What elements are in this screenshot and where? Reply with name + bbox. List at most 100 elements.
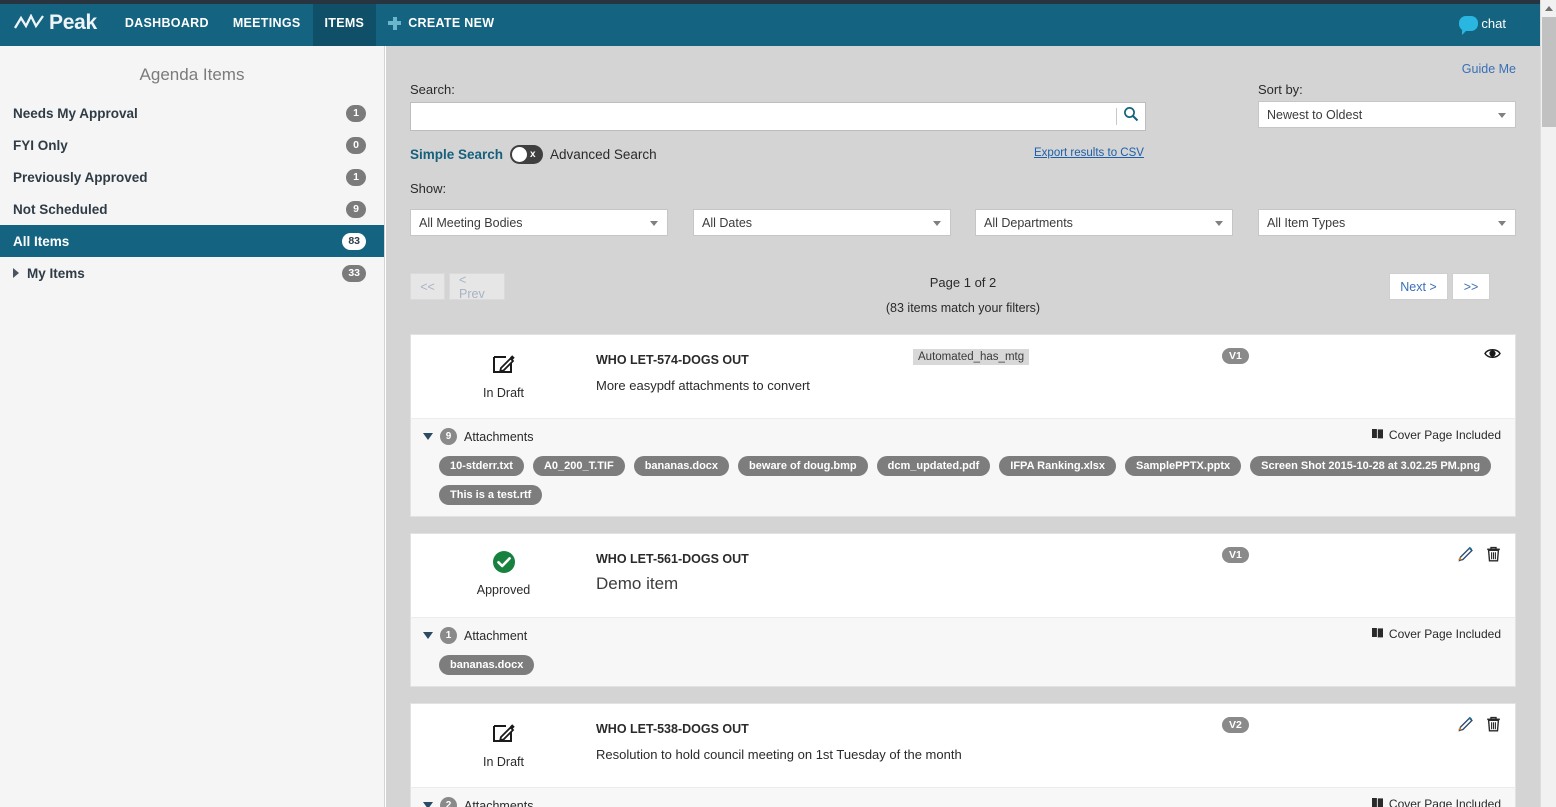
nav-item-dashboard[interactable]: DASHBOARD — [113, 0, 221, 46]
sidebar-item-all-items[interactable]: All Items 83 — [0, 225, 384, 257]
select-value: All Meeting Bodies — [419, 215, 523, 230]
title-column: WHO LET-574-DOGS OUT More easypdf attach… — [596, 349, 1515, 408]
filter-departments-select[interactable]: All Departments — [975, 209, 1233, 236]
edit-pencil-icon[interactable] — [1458, 546, 1474, 567]
delete-trash-icon[interactable] — [1486, 546, 1501, 567]
sidebar-item-previously-approved[interactable]: Previously Approved 1 — [0, 161, 384, 193]
sidebar-item-count: 0 — [346, 136, 366, 154]
item-version-badge: V1 — [1222, 348, 1249, 364]
collapse-triangle-icon[interactable] — [423, 433, 433, 440]
page-scrollbar[interactable] — [1540, 0, 1556, 807]
agenda-item-header[interactable]: In Draft WHO LET-538-DOGS OUT Resolution… — [410, 703, 1516, 787]
attachments-count: 2 — [440, 797, 457, 807]
search-box — [410, 102, 1146, 131]
attachments-header[interactable]: 9 Attachments — [423, 428, 1501, 445]
attachments-title: Attachments — [464, 429, 534, 444]
filter-dates-select[interactable]: All Dates — [693, 209, 951, 236]
nav-item-items[interactable]: ITEMS — [312, 0, 377, 46]
item-code: WHO LET-561-DOGS OUT — [596, 552, 749, 566]
attachment-chip[interactable]: 10-stderr.txt — [439, 456, 524, 476]
attachment-chip[interactable]: bananas.docx — [633, 456, 730, 476]
attachment-chip[interactable]: IFPA Ranking.xlsx — [999, 456, 1117, 476]
page-indicator: Page 1 of 2 — [929, 275, 997, 290]
attachment-chip[interactable]: dcm_updated.pdf — [876, 456, 991, 476]
attachments-header[interactable]: 1 Attachment — [423, 627, 1501, 644]
attachment-chip[interactable]: SamplePPTX.pptx — [1125, 456, 1242, 476]
sidebar-item-my-items[interactable]: My Items 33 — [0, 257, 384, 289]
sidebar-item-count: 33 — [342, 264, 366, 282]
edit-pencil-icon[interactable] — [1458, 716, 1474, 737]
sidebar-item-label: All Items — [13, 233, 70, 249]
guide-me-link[interactable]: Guide Me — [1462, 62, 1516, 76]
attachments-panel: 2 Attachments Cover Page Included — [410, 787, 1516, 807]
book-icon — [1371, 797, 1384, 807]
search-mode-toggle[interactable]: x — [510, 145, 544, 164]
collapse-triangle-icon[interactable] — [423, 632, 433, 639]
nav-label: ITEMS — [324, 16, 365, 30]
show-label: Show: — [410, 181, 447, 196]
export-csv-link[interactable]: Export results to CSV — [1034, 147, 1144, 159]
title-column: WHO LET-561-DOGS OUT Demo item — [596, 548, 1515, 607]
sidebar-item-count: 83 — [342, 232, 366, 250]
sidebar-item-label: FYI Only — [13, 137, 68, 153]
sort-by-select[interactable]: Newest to Oldest — [1258, 101, 1516, 128]
scrollbar-thumb[interactable] — [1542, 17, 1556, 127]
attachment-chip[interactable]: bananas.docx — [439, 655, 535, 675]
simple-search-label[interactable]: Simple Search — [410, 147, 503, 162]
nav-item-create-new[interactable]: CREATE NEW — [376, 0, 506, 46]
attachment-chip-list: 10-stderr.txt A0_200_T.TIF bananas.docx … — [423, 456, 1501, 505]
sidebar-item-not-scheduled[interactable]: Not Scheduled 9 — [0, 193, 384, 225]
search-input[interactable] — [411, 104, 1116, 129]
sidebar: Agenda Items Needs My Approval 1 FYI Onl… — [0, 46, 385, 807]
nav-label: DASHBOARD — [124, 16, 209, 30]
plus-icon — [388, 16, 402, 30]
status-label: In Draft — [483, 386, 524, 400]
agenda-item-header[interactable]: Approved WHO LET-561-DOGS OUT Demo item … — [410, 533, 1516, 617]
attachment-chip[interactable]: Screen Shot 2015-10-28 at 3.02.25 PM.png — [1250, 456, 1492, 476]
filter-item-types-select[interactable]: All Item Types — [1258, 209, 1516, 236]
chevron-down-icon — [1215, 221, 1223, 226]
sidebar-item-needs-my-approval[interactable]: Needs My Approval 1 — [0, 97, 384, 129]
status-column: In Draft — [411, 718, 596, 777]
agenda-item-list: In Draft WHO LET-574-DOGS OUT More easyp… — [410, 334, 1516, 807]
attachment-chip[interactable]: beware of doug.bmp — [738, 456, 868, 476]
eye-icon[interactable] — [1484, 347, 1501, 365]
chevron-down-icon — [1498, 113, 1506, 118]
approved-check-icon — [492, 550, 516, 579]
status-column: In Draft — [411, 349, 596, 408]
item-description: Demo item — [596, 574, 679, 593]
filter-meeting-bodies-select[interactable]: All Meeting Bodies — [410, 209, 668, 236]
chevron-right-icon — [13, 268, 19, 278]
search-mode-toggle-row: Simple Search x Advanced Search — [410, 145, 657, 164]
select-value: All Dates — [702, 215, 753, 230]
search-button[interactable] — [1117, 103, 1145, 130]
delete-trash-icon[interactable] — [1486, 716, 1501, 737]
attachment-chip[interactable]: This is a test.rtf — [439, 485, 543, 505]
sidebar-item-fyi-only[interactable]: FYI Only 0 — [0, 129, 384, 161]
sidebar-item-label: Not Scheduled — [13, 201, 108, 217]
scroll-up-arrow-icon[interactable] — [1541, 0, 1556, 17]
top-navigation-bar: Peak DASHBOARD MEETINGS ITEMS CREATE NEW… — [0, 0, 1540, 46]
attachments-header[interactable]: 2 Attachments — [423, 797, 1501, 807]
sidebar-item-label: Needs My Approval — [13, 105, 138, 121]
agenda-item-header[interactable]: In Draft WHO LET-574-DOGS OUT More easyp… — [410, 334, 1516, 418]
collapse-triangle-icon[interactable] — [423, 802, 433, 807]
sort-by-label: Sort by: — [1258, 82, 1303, 97]
item-actions — [1458, 546, 1501, 567]
brand-logo[interactable]: Peak — [0, 0, 113, 46]
cover-page-included: Cover Page Included — [1371, 797, 1501, 807]
agenda-item-card: Approved WHO LET-561-DOGS OUT Demo item … — [410, 533, 1516, 687]
nav-item-meetings[interactable]: MEETINGS — [221, 0, 313, 46]
chat-button[interactable]: chat — [1459, 0, 1506, 46]
book-icon — [1371, 627, 1384, 641]
sidebar-item-label: My Items — [27, 265, 85, 281]
advanced-search-label[interactable]: Advanced Search — [550, 147, 657, 162]
sidebar-item-label: Previously Approved — [13, 169, 148, 185]
status-label: Approved — [476, 583, 531, 597]
toggle-knob — [512, 147, 528, 162]
attachments-title: Attachment — [464, 628, 528, 643]
item-actions — [1458, 716, 1501, 737]
attachment-chip[interactable]: A0_200_T.TIF — [532, 456, 625, 476]
sidebar-title: Agenda Items — [139, 65, 245, 84]
chat-bubble-icon — [1459, 15, 1479, 35]
